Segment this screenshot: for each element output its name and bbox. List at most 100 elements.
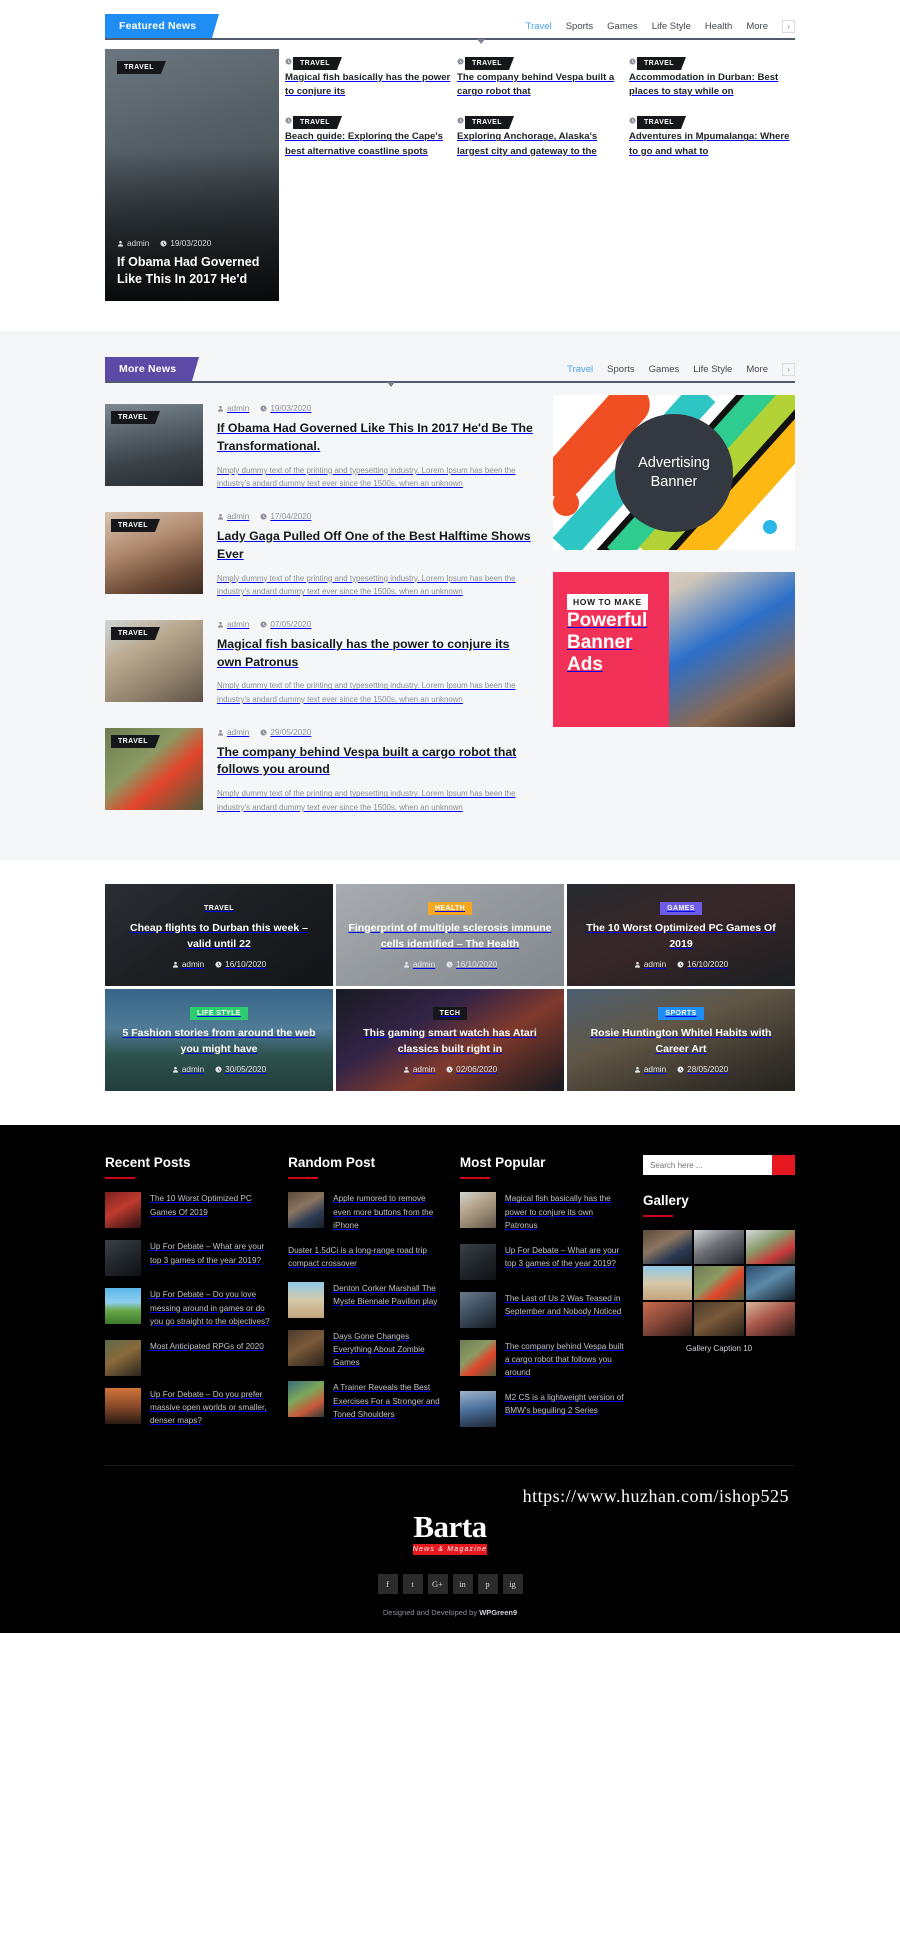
featured-card[interactable]: TRAVEL 16/10/2020 Beach guide: Exploring…	[285, 108, 451, 158]
post-photo	[105, 1339, 141, 1376]
post-widget-item[interactable]: The 10 Worst Optimized PC Games Of 2019	[105, 1192, 270, 1229]
post-title: Up For Debate – Do you love messing arou…	[150, 1290, 270, 1326]
post-title: Up For Debate – What are your top 3 game…	[504, 1245, 620, 1268]
grid-card[interactable]: TECH This gaming smart watch has Atari c…	[336, 989, 564, 1092]
ad-line-2: Banner	[650, 473, 698, 490]
post-widget-item[interactable]: Apple rumored to remove even more button…	[288, 1192, 442, 1231]
more-news-section-header: More News Travel Sports Games Life Style…	[105, 357, 795, 387]
post-widget-item[interactable]: A Trainer Reveals the Best Exercises For…	[288, 1381, 442, 1420]
gallery-thumb[interactable]	[745, 1266, 795, 1301]
post-title: Most Anticipated RPGs of 2020	[150, 1341, 264, 1351]
post-title: Up For Debate – Do you prefer massive op…	[150, 1389, 267, 1425]
tab-more[interactable]: More	[746, 21, 768, 32]
list-item[interactable]: TRAVEL admin 17/04/2020 Lady Gaga Pulled…	[105, 503, 535, 611]
list-item[interactable]: TRAVEL admin 29/05/2020 The company behi…	[105, 719, 535, 827]
gallery-thumb[interactable]	[643, 1230, 693, 1265]
list-item[interactable]: TRAVEL admin 07/05/2020 Magical fish bas…	[105, 611, 535, 719]
post-widget-item[interactable]: Up For Debate – What are your top 3 game…	[459, 1243, 625, 1280]
more-news-category-nav[interactable]: Travel Sports Games Life Style More ›	[567, 363, 795, 381]
item-thumb: TRAVEL	[105, 511, 203, 594]
gallery-thumb[interactable]	[694, 1302, 744, 1337]
more-news-list: TRAVEL admin 19/03/2020 If Obama Had Gov…	[105, 395, 535, 826]
banner-ads-promo[interactable]: HOW TO MAKE Powerful Banner Ads	[553, 572, 795, 727]
linkedin-icon[interactable]: in	[452, 1574, 473, 1595]
gallery-thumb[interactable]	[694, 1266, 744, 1301]
grid-card-author: admin	[181, 959, 205, 969]
post-widget-item[interactable]: Magical fish basically has the power to …	[459, 1192, 625, 1231]
post-widget-item[interactable]: Most Anticipated RPGs of 2020	[105, 1339, 270, 1376]
post-widget-item[interactable]: M2 CS is a lightweight version of BMW's …	[459, 1391, 625, 1428]
pinterest-icon[interactable]: p	[477, 1574, 498, 1595]
post-widget-item[interactable]: Denton Corker Marshall The Myste Biennal…	[288, 1282, 442, 1318]
gallery-thumb[interactable]	[643, 1302, 693, 1337]
category-grid: TRAVEL Cheap flights to Durban this week…	[105, 884, 795, 1092]
twitter-icon[interactable]: t	[402, 1574, 423, 1595]
advertising-banner[interactable]: Advertising Banner	[553, 395, 795, 550]
tab-more[interactable]: More	[746, 364, 768, 375]
post-widget-item[interactable]: Days Gone Changes Everything About Zombi…	[288, 1330, 442, 1369]
gallery-thumb[interactable]	[745, 1230, 795, 1265]
search-form[interactable]	[643, 1155, 795, 1176]
grid-card[interactable]: GAMES The 10 Worst Optimized PC Games Of…	[567, 884, 795, 987]
featured-hero-card[interactable]: TRAVEL admin 19/03/2020 If Obama Had Gov…	[105, 49, 279, 301]
item-meta: admin 19/03/2020	[217, 404, 535, 413]
author-meta: admin	[217, 404, 249, 413]
grid-card[interactable]: TRAVEL Cheap flights to Durban this week…	[105, 884, 333, 987]
post-widget-item[interactable]: The Last of Us 2 Was Teased in September…	[459, 1291, 625, 1328]
tab-life-style[interactable]: Life Style	[693, 364, 732, 375]
post-widget-item[interactable]: Up For Debate – What are your top 3 game…	[105, 1240, 270, 1277]
google-plus-icon[interactable]: G+	[427, 1574, 448, 1595]
hero-author: admin	[127, 238, 150, 248]
post-widget-item[interactable]: The company behind Vespa built a cargo r…	[459, 1339, 625, 1379]
site-logo[interactable]: Barta News & Magazine	[412, 1511, 488, 1556]
featured-card[interactable]: TRAVEL 07/05/2020 Magical fish basically…	[285, 49, 451, 99]
item-thumb: TRAVEL	[105, 727, 203, 810]
social-links[interactable]: f t G+ in p ig	[105, 1574, 795, 1595]
tab-life-style[interactable]: Life Style	[652, 21, 691, 32]
date-meta: 19/03/2020	[160, 239, 211, 248]
chevron-right-icon[interactable]: ›	[782, 20, 795, 33]
post-photo	[288, 1192, 325, 1229]
search-submit-button[interactable]	[772, 1155, 795, 1176]
featured-category-nav[interactable]: Travel Sports Games Life Style Health Mo…	[526, 20, 795, 38]
post-widget-item[interactable]: Duster 1.5dCi is a long-range road trip …	[288, 1244, 442, 1270]
advertising-banner-label: Advertising Banner	[615, 413, 733, 532]
featured-card[interactable]: TRAVEL 16/10/2020 Adventures in Mpumalan…	[629, 108, 795, 158]
item-text: admin 07/05/2020 Magical fish basically …	[217, 620, 535, 707]
grid-card[interactable]: SPORTS Rosie Huntington Whitel Habits wi…	[567, 989, 795, 1092]
post-widget-item[interactable]: Up For Debate – Do you prefer massive op…	[105, 1387, 270, 1427]
facebook-icon[interactable]: f	[377, 1574, 398, 1595]
featured-card[interactable]: TRAVEL 29/05/2020 The company behind Ves…	[457, 49, 623, 99]
tab-sports[interactable]: Sports	[607, 364, 634, 375]
grid-card-date: 30/05/2020	[225, 1064, 267, 1074]
widget-title: Recent Posts	[105, 1155, 191, 1171]
tab-travel[interactable]: Travel	[567, 364, 593, 375]
clock-icon	[629, 117, 636, 124]
gallery-photo	[694, 1266, 744, 1301]
chevron-right-icon[interactable]: ›	[782, 363, 795, 376]
gallery-thumb[interactable]	[745, 1302, 795, 1337]
post-thumb	[288, 1192, 325, 1229]
list-item[interactable]: TRAVEL admin 19/03/2020 If Obama Had Gov…	[105, 395, 535, 503]
post-widget-item[interactable]: Up For Debate – Do you love messing arou…	[105, 1288, 270, 1327]
tab-travel[interactable]: Travel	[526, 21, 552, 32]
grid-card-title: 5 Fashion stories from around the web yo…	[122, 1027, 316, 1055]
grid-card-title: The 10 Worst Optimized PC Games Of 2019	[586, 922, 776, 950]
featured-card[interactable]: TRAVEL 16/10/2020 Accommodation in Durba…	[629, 49, 795, 99]
item-date: 07/05/2020	[270, 619, 312, 629]
tab-health[interactable]: Health	[705, 21, 732, 32]
tab-games[interactable]: Games	[649, 364, 680, 375]
search-input[interactable]	[643, 1155, 772, 1176]
tab-sports[interactable]: Sports	[566, 21, 593, 32]
post-title: Up For Debate – What are your top 3 game…	[150, 1242, 265, 1265]
grid-card[interactable]: LIFE STYLE 5 Fashion stories from around…	[105, 989, 333, 1092]
instagram-icon[interactable]: ig	[502, 1574, 523, 1595]
gallery-thumb[interactable]	[694, 1230, 744, 1265]
featured-card[interactable]: TRAVEL 16/10/2020 Exploring Anchorage, A…	[457, 108, 623, 158]
post-thumb	[459, 1243, 496, 1280]
gallery-thumb[interactable]	[643, 1266, 693, 1301]
grid-card[interactable]: HEALTH Fingerprint of multiple sclerosis…	[336, 884, 564, 987]
card-title: Adventures in Mpumalanga: Where to go an…	[629, 131, 790, 157]
featured-section-header: Featured News Travel Sports Games Life S…	[105, 14, 795, 44]
tab-games[interactable]: Games	[607, 21, 638, 32]
